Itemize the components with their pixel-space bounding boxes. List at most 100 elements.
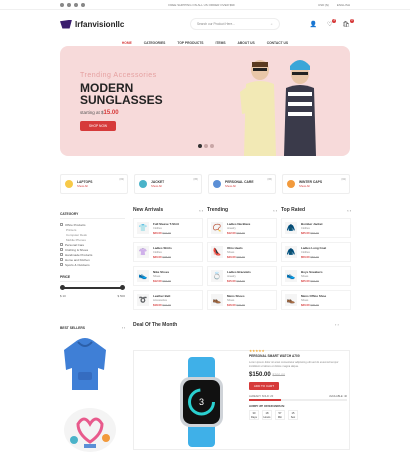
price-value: $40.00 bbox=[227, 254, 236, 259]
product-card[interactable]: 💍 Ladies Bracelets Jewelry $15.00 $18.00 bbox=[207, 266, 277, 286]
currency-select[interactable]: USD ($) bbox=[318, 3, 329, 7]
add-to-cart-button[interactable]: ADD TO CART bbox=[249, 382, 279, 390]
nav-contact-us[interactable]: CONTACT US bbox=[267, 41, 288, 45]
checkbox[interactable] bbox=[60, 223, 63, 226]
facebook-icon[interactable] bbox=[60, 2, 64, 7]
deal-price: $150.00 $200.00 bbox=[249, 372, 347, 378]
price-slider-min-handle[interactable] bbox=[60, 285, 65, 290]
checkbox[interactable] bbox=[60, 263, 63, 266]
product-name[interactable]: Ladies Necklace bbox=[227, 222, 250, 226]
sidebar-item-label: Handmade Products bbox=[65, 252, 93, 257]
product-name[interactable]: Leather Belt bbox=[153, 294, 171, 298]
product-name[interactable]: Ladies Long Coat bbox=[301, 246, 326, 250]
old-price: $22.00 bbox=[162, 302, 171, 307]
top-rated-column: Top Rated ‹ › 🧥 Bomber Jacket Clothes $35.00… bbox=[281, 206, 351, 310]
product-name[interactable]: Nike Shoes bbox=[153, 270, 171, 274]
cart-icon[interactable]: 🛍 0 bbox=[342, 18, 354, 28]
timer-days: 30 Days bbox=[249, 410, 259, 420]
smart-watch-image[interactable]: 3 bbox=[174, 357, 229, 447]
carousel-dot-3[interactable] bbox=[210, 144, 214, 148]
deal-card: 3 ★★★★★ PERSONAL SMART WATCH A700 Lorem … bbox=[133, 349, 350, 450]
product-category: Clothes bbox=[301, 226, 310, 230]
product-card[interactable]: 🧥 Bomber Jacket Clothes $35.00 $40.00 bbox=[281, 218, 351, 238]
sidebar-item-label: Clothing & Shoes bbox=[65, 247, 89, 252]
checkbox[interactable] bbox=[60, 248, 63, 251]
show-all-link[interactable]: Show All bbox=[225, 184, 254, 188]
deal-description: Lorem ipsum dolor sit amet consectetur a… bbox=[249, 361, 339, 368]
instagram-icon[interactable] bbox=[74, 2, 78, 7]
product-card[interactable]: 👟 Nike Shoes Shoes $12.00 $15.00 bbox=[133, 266, 203, 286]
hoodie-image bbox=[64, 338, 106, 390]
category-card-winter-caps[interactable]: WINTER CAPS Show All (02) bbox=[282, 174, 350, 194]
show-all-link[interactable]: Show All bbox=[77, 184, 93, 188]
best-sellers-arrows[interactable]: ‹ › bbox=[122, 326, 125, 332]
product-price: $12.00 $15.00 bbox=[153, 279, 171, 283]
show-all-link[interactable]: Show All bbox=[151, 184, 164, 188]
checkbox[interactable] bbox=[60, 253, 63, 256]
search-icon[interactable]: ⌕ bbox=[271, 22, 273, 26]
product-card[interactable]: 🧥 Ladies Long Coat Clothes $50.00 $60.00 bbox=[281, 242, 351, 262]
carousel-dot-1[interactable] bbox=[198, 144, 202, 148]
category-card-laptops[interactable]: LAPTOPS Show All (03) bbox=[60, 174, 128, 194]
language-select[interactable]: ENGLISH bbox=[337, 3, 350, 7]
deal-arrows[interactable]: ‹ › bbox=[335, 322, 339, 327]
linkedin-icon[interactable] bbox=[81, 2, 85, 7]
category-card-personal-care[interactable]: PERSONAL CARE Show All (06) bbox=[208, 174, 276, 194]
product-card[interactable]: 👠 Ohio Heels Shoes $40.00 $45.00 bbox=[207, 242, 277, 262]
sidebar-item-sports-outdoors[interactable]: Sports & Outdoors bbox=[60, 262, 125, 267]
product-name[interactable]: Ladies Bracelets bbox=[227, 270, 251, 274]
logo[interactable]: Irfanvisionllc bbox=[60, 19, 160, 29]
already-sold: ALREADY SOLD: 20 bbox=[249, 395, 274, 398]
product-card[interactable]: 👞 Mens Shoes Shoes $16.00 $20.00 bbox=[207, 290, 277, 310]
carousel-dot-2[interactable] bbox=[204, 144, 208, 148]
product-name[interactable]: Bomber Jacket bbox=[301, 222, 323, 226]
price-value: $15.00 bbox=[227, 278, 236, 283]
show-all-link[interactable]: Show All bbox=[299, 184, 322, 188]
product-card[interactable]: 👟 Boys Sneakers Shoes $25.00 $32.00 bbox=[281, 266, 351, 286]
product-card[interactable]: 👚 Ladies Shirts Clothes $30.00 $38.00 bbox=[133, 242, 203, 262]
category-card-jacket[interactable]: JACKET Show All (05) bbox=[134, 174, 202, 194]
header: Irfanvisionllc Search our Product Here..… bbox=[0, 10, 410, 38]
column-arrows[interactable]: ‹ › bbox=[347, 208, 351, 213]
nav-home[interactable]: HOME bbox=[122, 41, 132, 45]
checkbox[interactable] bbox=[60, 243, 63, 246]
nav-items[interactable]: ITEMS bbox=[215, 41, 225, 45]
product-thumb: 👠 bbox=[211, 246, 223, 258]
product-card[interactable]: 👕 Full Sleeve T-Shirt Clothes $20.00 $22.00 bbox=[133, 218, 203, 238]
price-value: $25.00 bbox=[301, 278, 310, 283]
best-seller-hoodie[interactable] bbox=[60, 336, 125, 396]
product-name[interactable]: Ladies Shirts bbox=[153, 246, 172, 250]
wishlist-icon[interactable]: ♡ 0 bbox=[327, 18, 337, 28]
price-slider-max-handle[interactable] bbox=[120, 285, 125, 290]
hero-price-line: starting at $15.00 bbox=[80, 110, 119, 116]
category-count: (06) bbox=[267, 178, 272, 181]
product-name[interactable]: Mens Shoes bbox=[227, 294, 245, 298]
nav-categories[interactable]: CATEGORIES bbox=[144, 41, 166, 45]
product-thumb: 🧥 bbox=[285, 246, 297, 258]
best-seller-accessories[interactable] bbox=[60, 400, 125, 460]
nav-top-products[interactable]: TOP PRODUCTS bbox=[177, 41, 203, 45]
product-card[interactable]: 👞 Mens Office Shoe Shoes $30.00 $35.00 bbox=[281, 290, 351, 310]
product-thumb: 👚 bbox=[137, 246, 149, 258]
product-price: $50.00 $60.00 bbox=[301, 255, 326, 259]
product-name[interactable]: Mens Office Shoe bbox=[301, 294, 326, 298]
deal-product-name[interactable]: PERSONAL SMART WATCH A700 bbox=[249, 354, 347, 358]
product-name[interactable]: Ohio Heels bbox=[227, 246, 245, 250]
search-input[interactable]: Search our Product Here... ⌕ bbox=[190, 18, 280, 30]
price-slider[interactable] bbox=[60, 285, 125, 290]
product-category: Jewelry bbox=[227, 274, 236, 278]
product-name[interactable]: Full Sleeve T-Shirt bbox=[153, 222, 179, 226]
shop-now-button[interactable]: SHOP NOW bbox=[80, 121, 116, 131]
old-price: $18.00 bbox=[236, 278, 245, 283]
product-card[interactable]: ➰ Leather Belt Accessories $18.00 $22.00 bbox=[133, 290, 203, 310]
checkbox[interactable] bbox=[60, 258, 63, 261]
timer-unit: Sec bbox=[290, 416, 296, 419]
column-arrows[interactable]: ‹ › bbox=[273, 208, 277, 213]
product-category: Shoes bbox=[153, 274, 161, 278]
nav-about-us[interactable]: ABOUT US bbox=[238, 41, 255, 45]
user-icon[interactable]: 👤 bbox=[310, 21, 317, 28]
product-name[interactable]: Boys Sneakers bbox=[301, 270, 323, 274]
column-arrows[interactable]: ‹ › bbox=[199, 208, 203, 213]
product-card[interactable]: 📿 Ladies Necklace Jewelry $12.00 $15.00 bbox=[207, 218, 277, 238]
twitter-icon[interactable] bbox=[67, 2, 71, 7]
